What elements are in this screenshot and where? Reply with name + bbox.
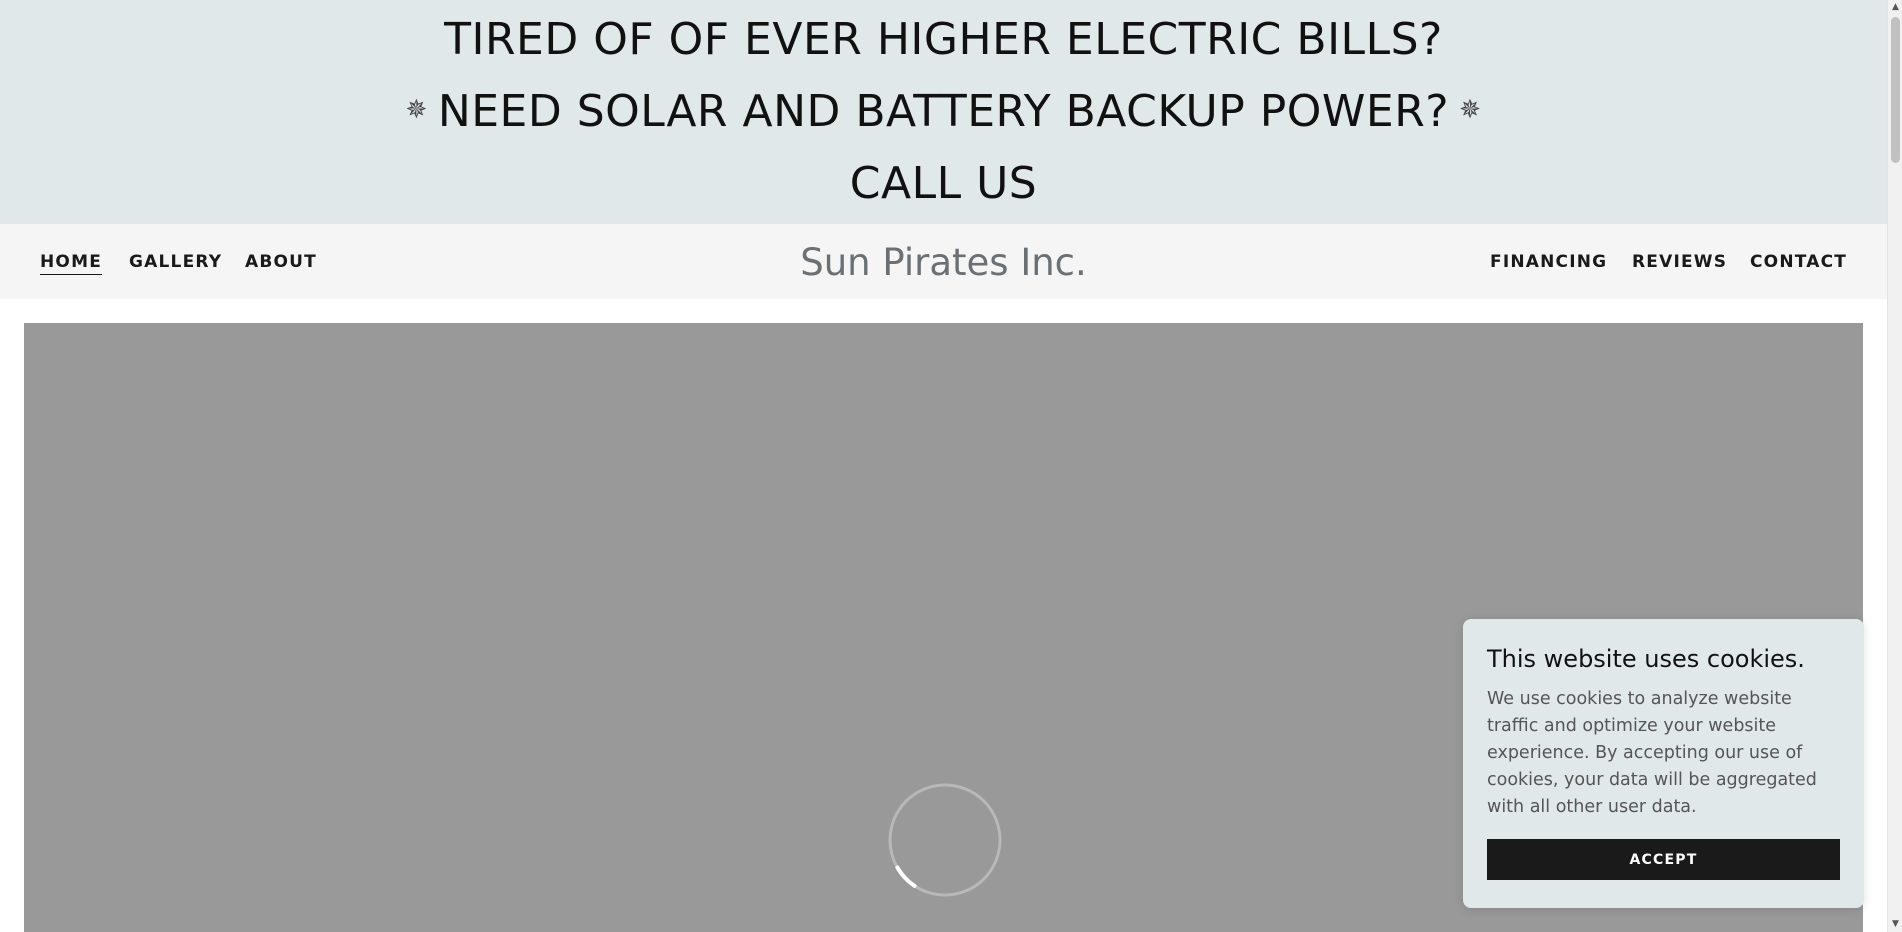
banner-line-2-text: NEED SOLAR AND BATTERY BACKUP POWER? [437,86,1450,137]
announcement-banner: TIRED OF OF EVER HIGHER ELECTRIC BILLS? … [0,0,1887,224]
cookie-banner: This website uses cookies. We use cookie… [1463,619,1864,908]
sparkle-icon: ✵ [1459,95,1482,125]
scroll-down-arrow-icon[interactable]: ▼ [1888,917,1902,932]
scrollbar[interactable]: ▲ ▼ [1887,0,1902,932]
nav-link-financing[interactable]: FINANCING [1490,252,1607,272]
loading-spinner-icon [888,783,1002,897]
banner-line-3: CALL US [849,158,1038,209]
cookie-title: This website uses cookies. [1487,645,1805,673]
scrollbar-thumb[interactable] [1891,17,1900,163]
accept-button[interactable]: ACCEPT [1487,839,1840,880]
sparkle-icon: ✵ [405,95,428,125]
banner-line-1: TIRED OF OF EVER HIGHER ELECTRIC BILLS? [444,14,1443,65]
site-header: HOME GALLERY ABOUT Sun Pirates Inc. FINA… [0,224,1887,299]
cookie-text: We use cookies to analyze website traffi… [1487,688,1817,817]
scroll-up-arrow-icon[interactable]: ▲ [1888,0,1902,15]
nav-link-contact[interactable]: CONTACT [1750,252,1847,272]
page: TIRED OF OF EVER HIGHER ELECTRIC BILLS? … [0,0,1902,932]
banner-line-2: ✵ NEED SOLAR AND BATTERY BACKUP POWER? ✵ [0,90,1887,134]
nav-link-reviews[interactable]: REVIEWS [1632,252,1727,272]
